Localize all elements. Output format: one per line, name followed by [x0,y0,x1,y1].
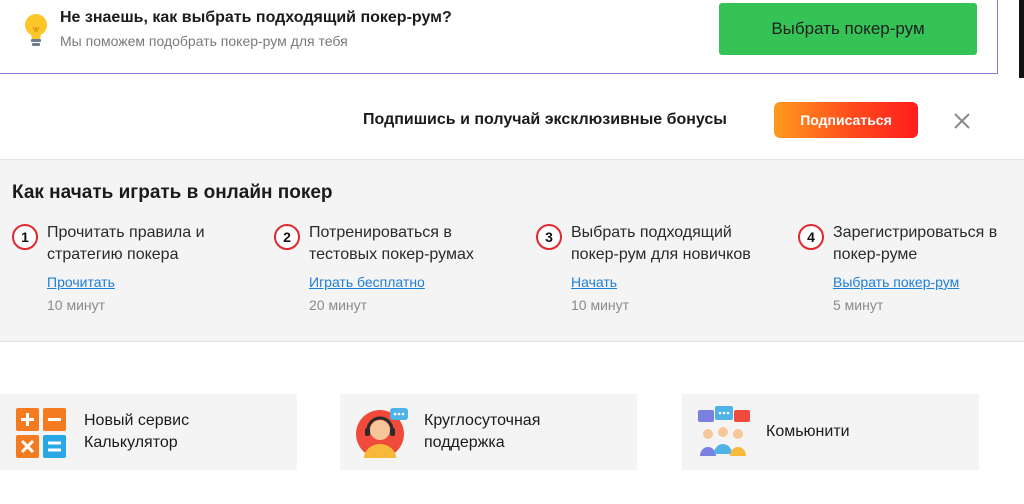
step-description: Зарегистрироваться в покер-руме [833,224,998,263]
card-label: Новый сервис Калькулятор [84,412,190,451]
community-icon [698,406,750,456]
step-1: 1 Прочитать правила и стратегию покера П… [12,222,262,332]
banner-title: Не знаешь, как выбрать подходящий покер-… [60,9,452,26]
step-time: 10 минут [47,297,106,313]
support-agent-icon [356,408,408,458]
step-description: Прочитать правила и стратегию покера [47,224,205,263]
section-title: Как начать играть в онлайн покер [12,182,333,203]
card-label: Круглосуточная поддержка [424,412,541,451]
step-link-play-free[interactable]: Играть бесплатно [309,274,425,290]
step-number: 2 [274,224,300,250]
lightbulb-icon [25,14,47,46]
step-link-choose-room[interactable]: Выбрать покер-рум [833,274,959,290]
subscribe-button[interactable]: Подписаться [774,102,918,138]
banner-subtitle: Мы поможем подобрать покер-рум для тебя [60,33,348,49]
step-time: 20 минут [309,297,368,313]
step-time: 5 минут [833,297,884,313]
support-card[interactable]: Круглосуточная поддержка [340,394,637,470]
how-to-start-section: Как начать играть в онлайн покер 1 Прочи… [0,159,1024,342]
step-description: Выбрать подходящий покер-рум для новичко… [571,224,751,263]
step-number: 1 [12,224,38,250]
step-link-read[interactable]: Прочитать [47,274,115,290]
poker-room-banner: Не знаешь, как выбрать подходящий покер-… [0,0,998,74]
step-link-start[interactable]: Начать [571,274,617,290]
step-description: Потренироваться в тестовых покер-румах [309,224,474,263]
edge-divider [1019,0,1024,78]
card-label: Комьюнити [766,423,850,440]
choose-poker-room-button[interactable]: Выбрать покер-рум [719,3,977,55]
step-time: 10 минут [571,297,630,313]
step-number: 4 [798,224,824,250]
community-card[interactable]: Комьюнити [682,394,979,470]
calculator-icon [16,408,66,458]
step-2: 2 Потренироваться в тестовых покер-румах… [274,222,524,332]
calculator-card[interactable]: Новый сервис Калькулятор [0,394,297,470]
step-4: 4 Зарегистрироваться в покер-руме Выбрат… [798,222,1024,332]
step-3: 3 Выбрать подходящий покер-рум для нович… [536,222,786,332]
close-icon[interactable] [950,109,974,133]
step-number: 3 [536,224,562,250]
subscribe-text: Подпишись и получай эксклюзивные бонусы [363,111,727,128]
